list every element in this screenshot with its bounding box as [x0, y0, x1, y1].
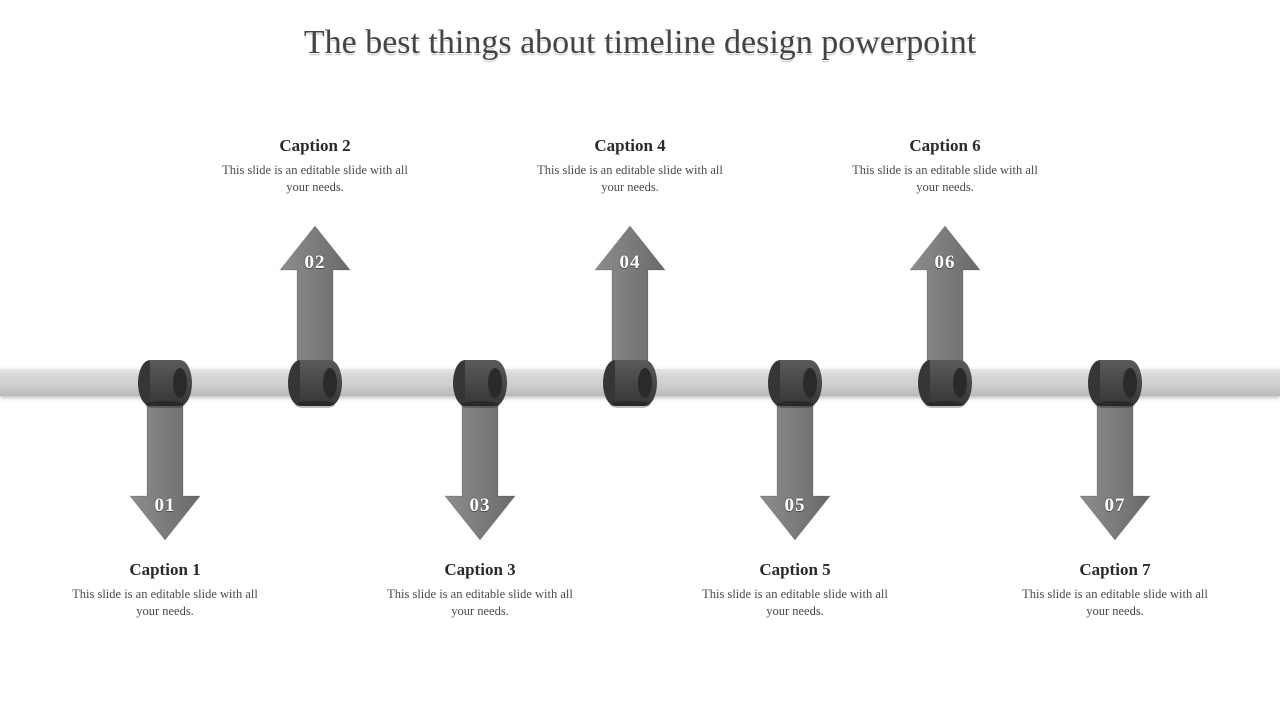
timeline-number-01: 01: [130, 495, 200, 517]
timeline-ring-05: [766, 358, 824, 408]
caption-body-02: This slide is an editable slide with all…: [210, 162, 420, 196]
caption-title-04: Caption 4: [525, 136, 735, 156]
caption-title-06: Caption 6: [840, 136, 1050, 156]
timeline-number-03: 03: [445, 495, 515, 517]
timeline-number-04: 04: [595, 252, 665, 274]
caption-title-02: Caption 2: [210, 136, 420, 156]
timeline-number-02: 02: [280, 252, 350, 274]
caption-title-03: Caption 3: [375, 560, 585, 580]
caption-body-05: This slide is an editable slide with all…: [690, 586, 900, 620]
caption-block-02: Caption 2 This slide is an editable slide…: [210, 136, 420, 196]
timeline-number-07: 07: [1080, 495, 1150, 517]
timeline-number-06: 06: [910, 252, 980, 274]
caption-block-05: Caption 5 This slide is an editable slide…: [690, 560, 900, 620]
caption-block-03: Caption 3 This slide is an editable slide…: [375, 560, 585, 620]
caption-body-07: This slide is an editable slide with all…: [1010, 586, 1220, 620]
timeline-arrow-01: [130, 392, 200, 540]
caption-title-01: Caption 1: [60, 560, 270, 580]
timeline-ring-07: [1086, 358, 1144, 408]
timeline-ring-04: [601, 358, 659, 408]
timeline-ring-02: [286, 358, 344, 408]
caption-title-07: Caption 7: [1010, 560, 1220, 580]
caption-block-01: Caption 1 This slide is an editable slide…: [60, 560, 270, 620]
caption-block-06: Caption 6 This slide is an editable slide…: [840, 136, 1050, 196]
timeline-ring-06: [916, 358, 974, 408]
timeline-ring-01: [136, 358, 194, 408]
caption-block-07: Caption 7 This slide is an editable slide…: [1010, 560, 1220, 620]
caption-title-05: Caption 5: [690, 560, 900, 580]
caption-body-03: This slide is an editable slide with all…: [375, 586, 585, 620]
timeline-arrow-04: [595, 226, 665, 374]
timeline-number-05: 05: [760, 495, 830, 517]
caption-body-04: This slide is an editable slide with all…: [525, 162, 735, 196]
slide: { "title": "The best things about timeli…: [0, 0, 1280, 720]
timeline-arrow-02: [280, 226, 350, 374]
timeline-arrow-05: [760, 392, 830, 540]
timeline-arrow-07: [1080, 392, 1150, 540]
timeline-arrow-06: [910, 226, 980, 374]
timeline-ring-03: [451, 358, 509, 408]
slide-title: The best things about timeline design po…: [0, 24, 1280, 62]
timeline-arrow-03: [445, 392, 515, 540]
caption-body-01: This slide is an editable slide with all…: [60, 586, 270, 620]
caption-block-04: Caption 4 This slide is an editable slide…: [525, 136, 735, 196]
caption-body-06: This slide is an editable slide with all…: [840, 162, 1050, 196]
